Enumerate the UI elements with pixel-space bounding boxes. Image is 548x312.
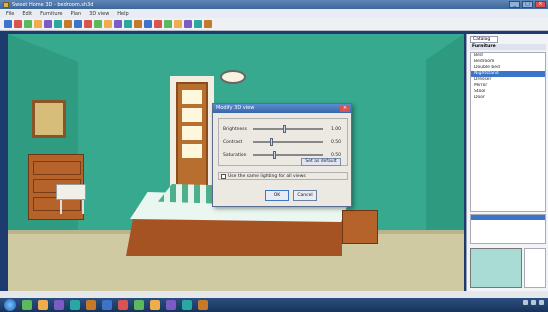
tray-icon[interactable] [523, 300, 528, 305]
minimize-button[interactable]: _ [509, 1, 520, 8]
app-icon-1[interactable] [70, 300, 80, 310]
close-button[interactable]: × [535, 1, 546, 8]
help-icon[interactable] [204, 20, 212, 28]
room-icon[interactable] [114, 20, 122, 28]
lighting-checkbox-row[interactable]: Use the same lighting for all views [218, 172, 348, 180]
set-default-button[interactable]: Set as default [301, 158, 341, 166]
app-icon-3[interactable] [102, 300, 112, 310]
menu-help[interactable]: Help [117, 11, 128, 17]
app-icon-6[interactable] [150, 300, 160, 310]
zoom-out-icon[interactable] [154, 20, 162, 28]
tray-icon[interactable] [531, 300, 536, 305]
stool-leg [60, 200, 62, 214]
slider-value: 0.50 [330, 139, 341, 145]
import-icon[interactable] [164, 20, 172, 28]
undo-icon[interactable] [64, 20, 72, 28]
slider-row: Contrast 0.50 [223, 138, 345, 146]
app-icon-8[interactable] [182, 300, 192, 310]
app-icon-2[interactable] [86, 300, 96, 310]
app-icon-5[interactable] [134, 300, 144, 310]
wall-icon[interactable] [104, 20, 112, 28]
redo-icon[interactable] [74, 20, 82, 28]
mirror [32, 100, 66, 138]
slider-label: Contrast [223, 139, 243, 145]
preview-thumbnail [470, 248, 522, 288]
text-icon[interactable] [134, 20, 142, 28]
window-title: Sweet Home 3D - bedroom.sh3d [12, 1, 94, 8]
export-icon[interactable] [174, 20, 182, 28]
status-bar [0, 291, 548, 298]
slider-thumb[interactable] [283, 125, 287, 133]
tab-catalog[interactable]: Catalog [470, 36, 498, 43]
photo-icon[interactable] [184, 20, 192, 28]
cut-icon[interactable] [34, 20, 42, 28]
door-glass-pane [182, 108, 202, 122]
folder-icon[interactable] [38, 300, 48, 310]
contrast-slider[interactable] [253, 138, 323, 146]
system-tray [523, 300, 544, 305]
stool-leg [82, 200, 84, 214]
menu-3d-view[interactable]: 3D view [89, 11, 109, 17]
slider-label: Saturation [223, 152, 247, 158]
zoom-in-icon[interactable] [144, 20, 152, 28]
slider-value: 0.50 [330, 152, 341, 158]
nightstand [342, 210, 378, 244]
stool [56, 184, 86, 200]
new-icon[interactable] [4, 20, 12, 28]
tray-icon[interactable] [539, 300, 544, 305]
maximize-button[interactable]: □ [522, 1, 533, 8]
toolbar [0, 18, 548, 31]
dialog-close-button[interactable]: × [340, 105, 350, 112]
title-bar: Sweet Home 3D - bedroom.sh3d _ □ × [0, 0, 548, 9]
dialog-title-bar: Modify 3D view × [213, 104, 351, 113]
door-glass-pane [182, 90, 202, 104]
menu-plan[interactable]: Plan [71, 11, 82, 17]
slider-thumb[interactable] [269, 138, 273, 146]
media-icon[interactable] [54, 300, 64, 310]
door-glass-pane [182, 144, 202, 158]
checkbox[interactable] [221, 173, 226, 179]
dresser-drawer [33, 161, 81, 175]
open-icon[interactable] [14, 20, 22, 28]
ie-icon[interactable] [22, 300, 32, 310]
ceiling-lamp [220, 70, 246, 84]
checkbox-label: Use the same lighting for all views [228, 173, 306, 179]
menu-file[interactable]: File [6, 11, 14, 17]
preview-details [524, 248, 546, 288]
catalog-panel: Catalog Furniture Bed Bedroom Double bed Ni… [466, 34, 548, 291]
dialog-title: Modify 3D view [216, 105, 255, 111]
list-item[interactable]: Door [471, 95, 545, 101]
video-icon[interactable] [194, 20, 202, 28]
menu-edit[interactable]: Edit [22, 11, 32, 17]
paste-icon[interactable] [54, 20, 62, 28]
slider-thumb[interactable] [273, 151, 277, 159]
slider-value: 1.00 [330, 126, 341, 132]
brightness-slider[interactable] [253, 125, 323, 133]
menu-furniture[interactable]: Furniture [40, 11, 62, 17]
furniture-list[interactable]: Bed Bedroom Double bed Nightstand Dresser Mir… [470, 52, 546, 212]
slider-label: Brightness [223, 126, 247, 132]
slider-row: Brightness 1.00 [223, 125, 345, 133]
app-icon-4[interactable] [118, 300, 128, 310]
door-glass-pane [182, 126, 202, 140]
properties-box [470, 214, 546, 244]
properties-header [471, 215, 545, 220]
app-icon-9[interactable] [198, 300, 208, 310]
save-icon[interactable] [24, 20, 32, 28]
start-button[interactable] [4, 299, 16, 311]
copy-icon[interactable] [44, 20, 52, 28]
panel-header: Furniture [470, 44, 546, 50]
taskbar [0, 298, 548, 312]
saturation-slider[interactable] [253, 151, 323, 159]
app-icon-7[interactable] [166, 300, 176, 310]
app-icon [3, 1, 9, 8]
window-controls: _ □ × [509, 1, 546, 8]
add-furniture-icon[interactable] [84, 20, 92, 28]
menu-bar: File Edit Furniture Plan 3D view Help [0, 9, 548, 18]
select-icon[interactable] [94, 20, 102, 28]
modify-3d-view-dialog: Modify 3D view × Brightness 1.00 Contras… [212, 103, 352, 207]
ok-button[interactable]: OK [265, 190, 289, 201]
cancel-button[interactable]: Cancel [293, 190, 317, 201]
dimension-icon[interactable] [124, 20, 132, 28]
